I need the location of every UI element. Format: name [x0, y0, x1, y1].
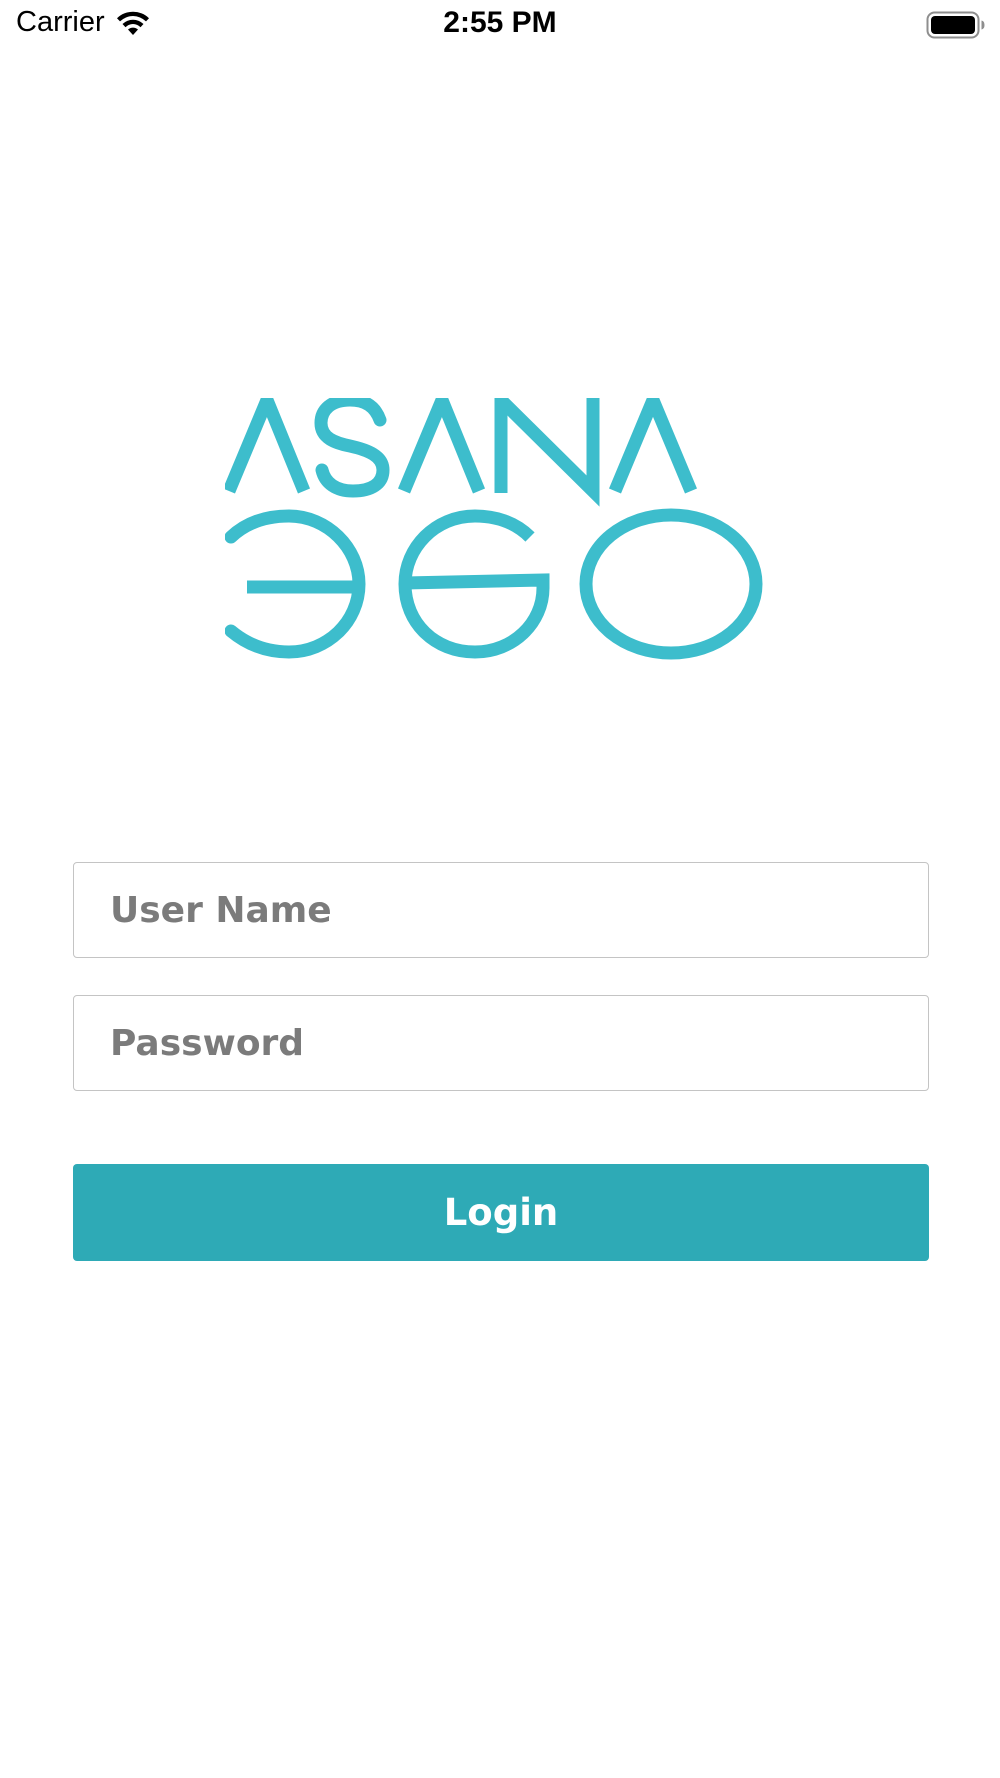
status-bar: Carrier 2:55 PM — [0, 0, 1000, 52]
battery-full-icon — [926, 11, 985, 39]
login-screen: Carrier 2:55 PM User Name Login — [0, 0, 1000, 1778]
username-input[interactable] — [74, 863, 928, 957]
status-time: 2:55 PM — [443, 6, 557, 39]
asana-360-logo — [225, 398, 763, 660]
logo-mark — [225, 398, 763, 660]
login-button[interactable]: Login — [73, 1164, 929, 1261]
password-input[interactable] — [74, 996, 928, 1090]
username-field-box — [73, 862, 929, 958]
password-field-box — [73, 995, 929, 1091]
